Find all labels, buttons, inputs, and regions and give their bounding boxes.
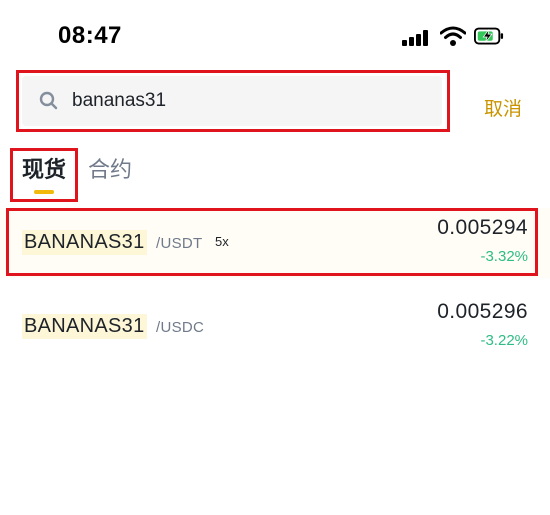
- battery-charging-icon: [474, 27, 504, 45]
- base-symbol: BANANAS31: [22, 314, 147, 339]
- tab-spot[interactable]: 现货: [22, 152, 66, 184]
- price-change: -3.32%: [480, 248, 528, 265]
- search-icon: [39, 91, 58, 110]
- result-row-usdt[interactable]: BANANAS31 /USDT 5x 0.005294 -3.32%: [0, 208, 550, 278]
- tab-futures[interactable]: 合约: [88, 152, 132, 184]
- quote-symbol: /USDT: [156, 235, 203, 252]
- cancel-button[interactable]: 取消: [484, 94, 522, 121]
- quote-symbol: /USDC: [156, 319, 205, 336]
- signal-icon: [402, 30, 430, 46]
- price-change: -3.22%: [480, 332, 528, 349]
- tab-active-indicator: [34, 190, 54, 194]
- status-bar: 08:47: [0, 0, 550, 70]
- search-input[interactable]: bananas31: [22, 76, 442, 126]
- status-time: 08:47: [58, 22, 122, 49]
- base-symbol: BANANAS31: [22, 230, 147, 255]
- last-price: 0.005296: [437, 300, 528, 323]
- leverage-badge: 5x: [215, 234, 229, 249]
- last-price: 0.005294: [437, 216, 528, 239]
- wifi-icon: [440, 26, 466, 46]
- result-row-usdc[interactable]: BANANAS31 /USDC 0.005296 -3.22%: [0, 292, 550, 362]
- search-input-value[interactable]: bananas31: [72, 90, 166, 112]
